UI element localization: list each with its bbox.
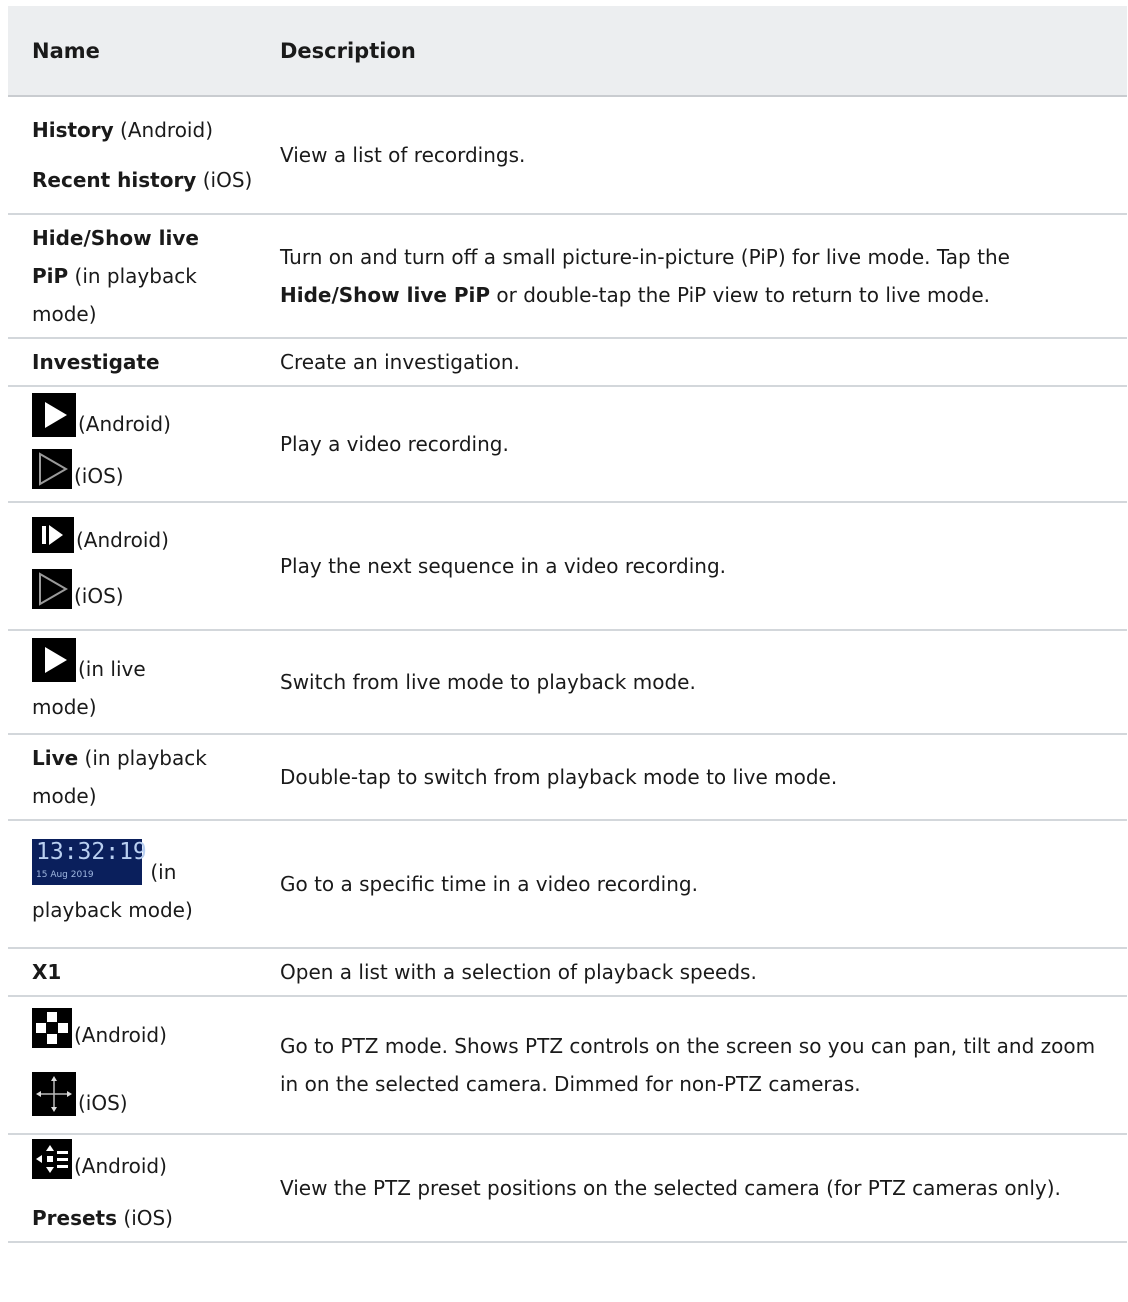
play-filled-icon	[32, 638, 76, 682]
table-row: (Android) Presets (iOS) View the PTZ pre…	[8, 1134, 1127, 1243]
name-cell: 13:32:19 15 Aug 2019 (in playback mode)	[8, 820, 258, 949]
name-cell: (Android) (iOS)	[8, 386, 258, 503]
android-label: (Android)	[74, 1023, 167, 1047]
table-row: (Android) (iOS) Go to PTZ mode. Shows PT…	[8, 996, 1127, 1135]
column-header-name: Name	[8, 6, 258, 97]
name-cell: X1	[8, 948, 258, 997]
column-header-description: Description	[258, 6, 1127, 97]
description-cell: Create an investigation.	[258, 338, 1127, 387]
table-row: (Android) (iOS) Play the next sequence i…	[8, 502, 1127, 631]
description-cell: Go to a specific time in a video recordi…	[258, 820, 1127, 949]
ptz-arrows-icon	[32, 1072, 76, 1116]
play-outline-icon	[32, 449, 72, 489]
history-label: History (Android)	[32, 118, 213, 142]
name-cell: (Android) Presets (iOS)	[8, 1134, 258, 1243]
table-row: 13:32:19 15 Aug 2019 (in playback mode) G…	[8, 820, 1127, 949]
description-cell: Open a list with a selection of playback…	[258, 948, 1127, 997]
android-label: (Android)	[74, 1154, 167, 1178]
table-row: Live (in playback mode) Double-tap to sw…	[8, 734, 1127, 821]
table-row: (Android) (iOS) Play a video recording.	[8, 386, 1127, 503]
time-picker-icon: 13:32:19 15 Aug 2019	[32, 839, 147, 885]
help-document: Name Description History (Android) Recen…	[8, 6, 1127, 1243]
android-label: (Android)	[78, 412, 171, 436]
name-cell: (in live mode)	[8, 630, 258, 735]
ios-label: (iOS)	[74, 584, 124, 608]
ptz-joystick-icon	[32, 1008, 72, 1048]
table-row: Investigate Create an investigation.	[8, 338, 1127, 387]
play-filled-icon	[32, 393, 76, 437]
description-cell: Play a video recording.	[258, 386, 1127, 503]
table-header-row: Name Description	[8, 6, 1127, 97]
description-cell: Double-tap to switch from playback mode …	[258, 734, 1127, 821]
ios-label: (iOS)	[74, 464, 124, 488]
description-cell: View a list of recordings.	[258, 96, 1127, 215]
ios-label: (iOS)	[78, 1091, 128, 1115]
controls-table: Name Description History (Android) Recen…	[8, 6, 1127, 1243]
name-cell: Investigate	[8, 338, 258, 387]
name-cell: (Android) (iOS)	[8, 996, 258, 1135]
description-cell: Turn on and turn off a small picture-in-…	[258, 214, 1127, 339]
description-cell: Play the next sequence in a video record…	[258, 502, 1127, 631]
name-cell: Hide/Show live PiP (in playback mode)	[8, 214, 258, 339]
description-cell: Go to PTZ mode. Shows PTZ controls on th…	[258, 996, 1127, 1135]
description-cell: Switch from live mode to playback mode.	[258, 630, 1127, 735]
table-row: Hide/Show live PiP (in playback mode) Tu…	[8, 214, 1127, 339]
android-label: (Android)	[76, 528, 169, 552]
presets-icon	[32, 1139, 72, 1179]
name-cell: (Android) (iOS)	[8, 502, 258, 631]
description-cell: View the PTZ preset positions on the sel…	[258, 1134, 1127, 1243]
table-row: (in live mode) Switch from live mode to …	[8, 630, 1127, 735]
name-cell: History (Android) Recent history (iOS)	[8, 96, 258, 215]
name-cell: Live (in playback mode)	[8, 734, 258, 821]
presets-label: Presets (iOS)	[32, 1206, 173, 1230]
next-sequence-icon	[32, 517, 74, 553]
recent-history-label: Recent history (iOS)	[32, 168, 253, 192]
table-row: History (Android) Recent history (iOS) V…	[8, 96, 1127, 215]
table-row: X1 Open a list with a selection of playb…	[8, 948, 1127, 997]
play-outline-icon	[32, 569, 72, 609]
